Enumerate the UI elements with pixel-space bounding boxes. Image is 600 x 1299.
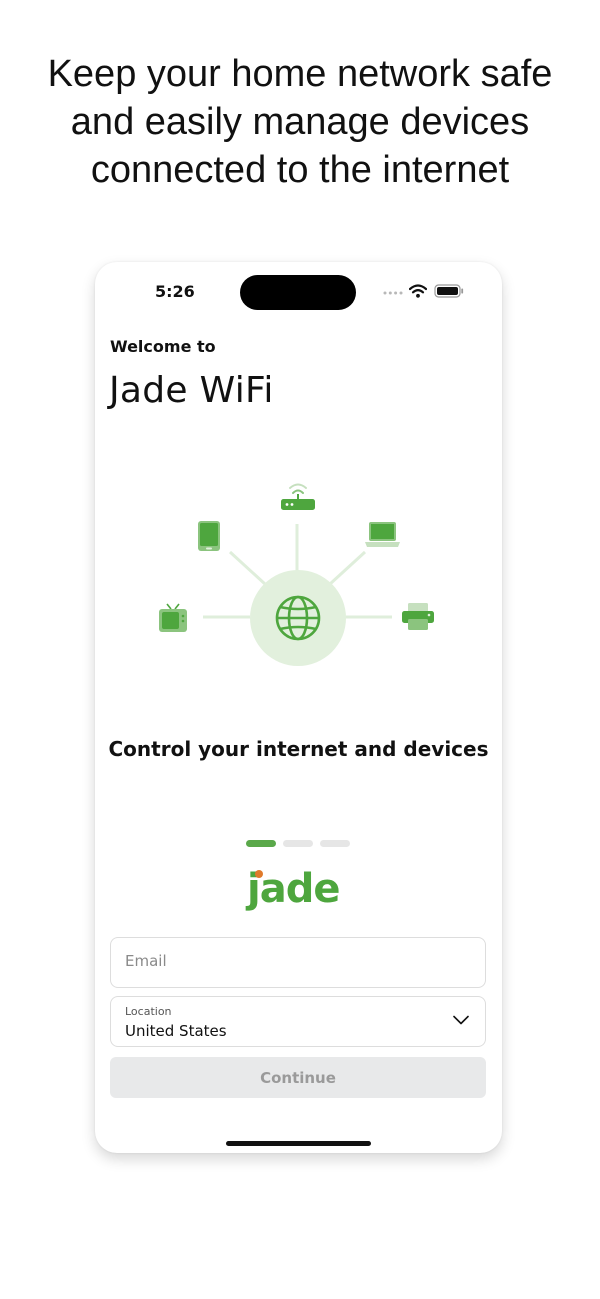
logo-dot bbox=[255, 870, 263, 878]
network-illustration bbox=[159, 483, 434, 666]
continue-button[interactable]: Continue bbox=[110, 1057, 486, 1098]
tv-icon bbox=[159, 603, 187, 632]
promo-headline-line-3: connected to the internet bbox=[90, 149, 510, 191]
home-indicator bbox=[226, 1141, 371, 1146]
page-dot-3[interactable] bbox=[320, 840, 350, 847]
location-label: Location bbox=[125, 1005, 172, 1018]
dynamic-island bbox=[240, 275, 356, 310]
page-dot-2[interactable] bbox=[283, 840, 313, 847]
carousel-caption: Control your internet and devices bbox=[108, 737, 489, 761]
welcome-label: Welcome to bbox=[110, 337, 216, 356]
status-time: 5:26 bbox=[155, 282, 195, 301]
printer-icon bbox=[402, 603, 434, 630]
phone-screen: 5:26 Welcome to Jade WiFi Control your i… bbox=[95, 262, 502, 1153]
promo-headline-line-2: and easily manage devices bbox=[70, 101, 530, 143]
location-value: United States bbox=[125, 1022, 227, 1040]
promo-headline: Keep your home network safe and easily m… bbox=[0, 50, 600, 194]
battery-icon bbox=[434, 284, 464, 298]
laptop-icon bbox=[365, 522, 400, 547]
globe-icon bbox=[250, 570, 346, 666]
chevron-down-icon bbox=[453, 1015, 469, 1025]
router-icon bbox=[281, 483, 315, 510]
jade-logo: jade bbox=[247, 865, 351, 917]
wifi-icon bbox=[409, 284, 427, 298]
email-placeholder: Email bbox=[125, 952, 167, 970]
app-title: Jade WiFi bbox=[109, 370, 274, 411]
signal-dots-icon bbox=[383, 291, 403, 295]
page-dot-1[interactable] bbox=[246, 840, 276, 847]
tablet-icon bbox=[198, 521, 220, 551]
promo-headline-line-1: Keep your home network safe bbox=[47, 53, 553, 95]
location-select[interactable]: Location United States bbox=[110, 996, 486, 1047]
email-field[interactable]: Email bbox=[110, 937, 486, 988]
